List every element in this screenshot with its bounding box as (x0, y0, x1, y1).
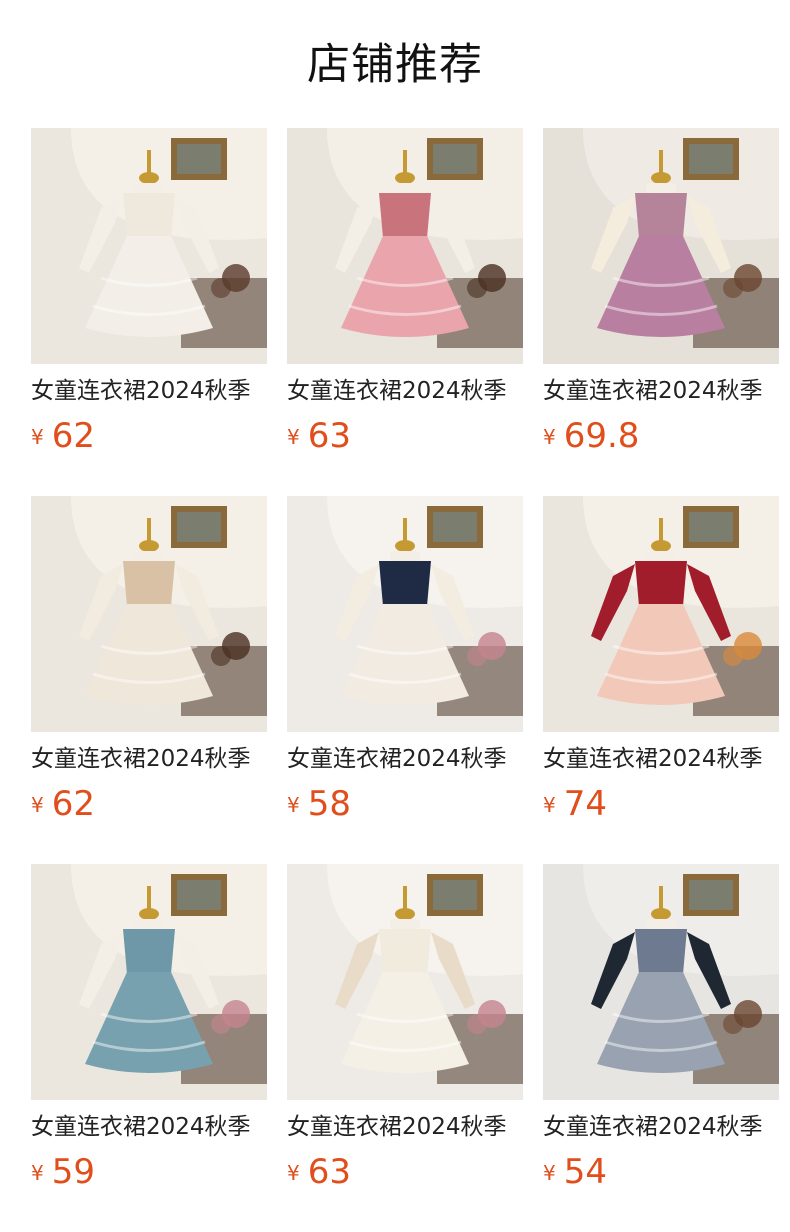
product-image[interactable] (287, 496, 523, 732)
product-card[interactable]: 女童连衣裙2024秋季 ¥62 (31, 496, 267, 864)
currency-symbol: ¥ (543, 425, 556, 449)
currency-symbol: ¥ (31, 793, 44, 817)
product-image[interactable] (287, 128, 523, 364)
product-name[interactable]: 女童连衣裙2024秋季 (31, 742, 267, 776)
product-name[interactable]: 女童连衣裙2024秋季 (287, 742, 523, 776)
product-price: ¥59 (31, 1150, 95, 1194)
price-amount: 58 (307, 784, 351, 824)
product-price: ¥63 (287, 1150, 351, 1194)
product-price: ¥74 (543, 782, 607, 826)
product-image[interactable] (543, 864, 779, 1100)
product-card[interactable]: 女童连衣裙2024秋季 ¥54 (543, 864, 779, 1232)
product-image[interactable] (287, 864, 523, 1100)
product-image[interactable] (543, 496, 779, 732)
product-price: ¥54 (543, 1150, 607, 1194)
price-amount: 54 (563, 1152, 607, 1192)
product-card[interactable]: 女童连衣裙2024秋季 ¥62 (31, 128, 267, 496)
product-grid: 女童连衣裙2024秋季 ¥62 女童连衣裙2024秋季 ¥63 女童连衣裙2024秋季 ¥… (31, 128, 779, 1232)
product-name[interactable]: 女童连衣裙2024秋季 (31, 374, 267, 408)
store-recommendations-page: 店铺推荐 女童连衣裙2024秋季 ¥62 女童连衣裙2024秋季 ¥63 女童连衣裙20… (0, 0, 790, 1232)
product-price: ¥69.8 (543, 414, 639, 458)
product-image[interactable] (31, 128, 267, 364)
product-price: ¥62 (31, 782, 95, 826)
product-name[interactable]: 女童连衣裙2024秋季 (543, 742, 779, 776)
product-image[interactable] (543, 128, 779, 364)
product-price: ¥63 (287, 414, 351, 458)
product-card[interactable]: 女童连衣裙2024秋季 ¥69.8 (543, 128, 779, 496)
product-card[interactable]: 女童连衣裙2024秋季 ¥63 (287, 864, 523, 1232)
product-price: ¥62 (31, 414, 95, 458)
price-amount: 63 (307, 1152, 351, 1192)
product-name[interactable]: 女童连衣裙2024秋季 (287, 1110, 523, 1144)
currency-symbol: ¥ (287, 1161, 300, 1185)
price-amount: 74 (563, 784, 607, 824)
price-amount: 63 (307, 416, 351, 456)
currency-symbol: ¥ (543, 1161, 556, 1185)
product-card[interactable]: 女童连衣裙2024秋季 ¥58 (287, 496, 523, 864)
currency-symbol: ¥ (543, 793, 556, 817)
product-name[interactable]: 女童连衣裙2024秋季 (543, 374, 779, 408)
product-price: ¥58 (287, 782, 351, 826)
currency-symbol: ¥ (31, 425, 44, 449)
product-image[interactable] (31, 864, 267, 1100)
product-card[interactable]: 女童连衣裙2024秋季 ¥59 (31, 864, 267, 1232)
product-name[interactable]: 女童连衣裙2024秋季 (543, 1110, 779, 1144)
currency-symbol: ¥ (31, 1161, 44, 1185)
page-title: 店铺推荐 (307, 40, 483, 90)
price-amount: 62 (51, 416, 95, 456)
currency-symbol: ¥ (287, 425, 300, 449)
product-name[interactable]: 女童连衣裙2024秋季 (287, 374, 523, 408)
product-card[interactable]: 女童连衣裙2024秋季 ¥63 (287, 128, 523, 496)
price-amount: 69.8 (563, 416, 640, 456)
product-card[interactable]: 女童连衣裙2024秋季 ¥74 (543, 496, 779, 864)
price-amount: 62 (51, 784, 95, 824)
product-name[interactable]: 女童连衣裙2024秋季 (31, 1110, 267, 1144)
price-amount: 59 (51, 1152, 95, 1192)
product-image[interactable] (31, 496, 267, 732)
currency-symbol: ¥ (287, 793, 300, 817)
